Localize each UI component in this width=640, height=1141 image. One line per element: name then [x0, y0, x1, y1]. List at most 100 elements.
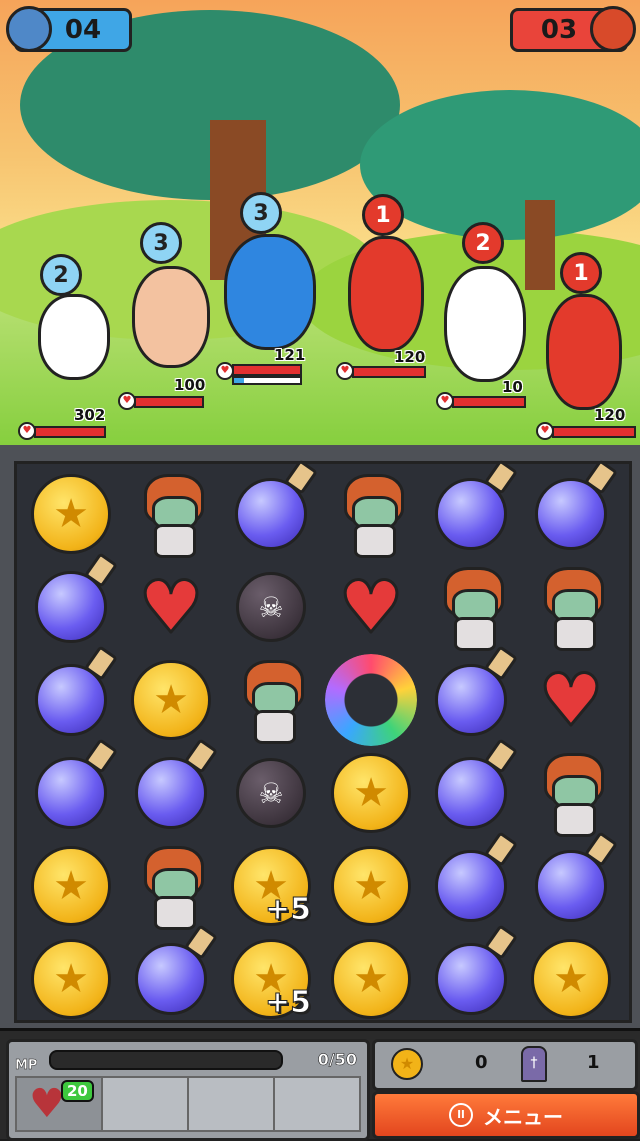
- coin-icon: ★: [331, 846, 411, 926]
- potion-icon: [135, 943, 207, 1015]
- spiky-zombie-body: [224, 234, 316, 350]
- coin-icon: ★: [331, 753, 411, 833]
- turn-bubble: 1: [560, 252, 602, 294]
- mp-panel: MP 0/50 ♥ 20: [6, 1039, 370, 1141]
- enemy-unit[interactable]: 1 120 ♥: [536, 250, 636, 440]
- zombie-tile[interactable]: [425, 561, 517, 653]
- coin-tile[interactable]: ★: [325, 933, 417, 1025]
- helmet-kid-body: [444, 266, 526, 382]
- enemy-avatar-icon: [590, 6, 636, 52]
- coin-icon: ★: [31, 939, 111, 1019]
- menu-button[interactable]: ll メニュー: [372, 1091, 640, 1139]
- heart-icon: ♥: [137, 565, 205, 649]
- hp-bar: [552, 426, 636, 438]
- tombstone-count: 1: [587, 1052, 600, 1073]
- potion-icon: [35, 757, 107, 829]
- potion-tile[interactable]: [525, 840, 617, 932]
- bomb-tile[interactable]: ☠: [225, 561, 317, 653]
- zombie-icon: [436, 567, 506, 651]
- player-unit[interactable]: 3 121 ♥: [216, 192, 316, 387]
- coin-tile[interactable]: ★: [325, 840, 417, 932]
- skill-slot[interactable]: [273, 1076, 361, 1132]
- potion-icon: [135, 757, 207, 829]
- tombstone-icon: †: [521, 1046, 547, 1082]
- zombie-icon: [236, 660, 306, 744]
- potion-tile[interactable]: [425, 468, 517, 560]
- coin-tile[interactable]: ★: [525, 933, 617, 1025]
- zombie-tile[interactable]: [525, 747, 617, 839]
- coin-tile[interactable]: ★: [125, 654, 217, 746]
- potion-tile[interactable]: [25, 747, 117, 839]
- coin-icon: ★: [531, 939, 611, 1019]
- heart-tile[interactable]: ♥: [525, 654, 617, 746]
- heart-tile[interactable]: ♥: [125, 561, 217, 653]
- coin-tile[interactable]: ★: [325, 747, 417, 839]
- potion-tile[interactable]: [225, 468, 317, 560]
- skill-slots: ♥ 20: [15, 1076, 361, 1132]
- hp-value: 120: [594, 406, 626, 424]
- zombie-icon: [336, 474, 406, 558]
- hp-value: 100: [174, 376, 206, 394]
- tile-grid: ★ ♥ ☠ ♥ ★ ♥ ☠ ★ ★ ★ ★ ★ ★ ★ ★ +5 +5: [14, 461, 632, 1023]
- turn-bubble: 2: [462, 222, 504, 264]
- coin-tile[interactable]: ★: [25, 840, 117, 932]
- wrestler-mask-body: [38, 294, 110, 380]
- bottom-hud: MP 0/50 ♥ 20 ★ 0 † 1 ll メニュー: [0, 1028, 640, 1141]
- hp-value: 121: [274, 346, 306, 364]
- zombie-tile[interactable]: [125, 840, 217, 932]
- turn-bubble: 3: [140, 222, 182, 264]
- enemy-unit[interactable]: 2 10 ♥: [436, 222, 536, 412]
- coin-icon: ★: [391, 1048, 423, 1080]
- potion-tile[interactable]: [425, 654, 517, 746]
- potion-icon: [435, 757, 507, 829]
- bonus-label: +5: [264, 892, 312, 928]
- player-unit[interactable]: 2 302 ♥: [18, 250, 128, 440]
- potion-icon: [435, 664, 507, 736]
- coin-tile[interactable]: ★: [25, 468, 117, 560]
- potion-icon: [435, 850, 507, 922]
- hp-value: 10: [502, 378, 523, 396]
- zombie-icon: [536, 567, 606, 651]
- zombie-icon: [136, 846, 206, 930]
- bomb-icon: ☠: [236, 758, 306, 828]
- potion-tile[interactable]: [425, 933, 517, 1025]
- heart-tile[interactable]: ♥: [325, 561, 417, 653]
- skill-slot[interactable]: [101, 1076, 189, 1132]
- player-unit[interactable]: 3 100 ♥: [118, 222, 218, 412]
- potion-icon: [435, 478, 507, 550]
- skill-slot[interactable]: [187, 1076, 275, 1132]
- refresh-icon: [325, 654, 417, 746]
- bomb-icon: ☠: [236, 572, 306, 642]
- potion-tile[interactable]: [425, 747, 517, 839]
- hp-bar: [352, 366, 426, 378]
- potion-tile[interactable]: [25, 654, 117, 746]
- hp-value: 302: [74, 406, 106, 424]
- potion-tile[interactable]: [125, 933, 217, 1025]
- zombie-tile[interactable]: [325, 468, 417, 560]
- potion-tile[interactable]: [25, 561, 117, 653]
- zombie-tile[interactable]: [525, 561, 617, 653]
- potion-icon: [235, 478, 307, 550]
- coin-tile[interactable]: ★: [25, 933, 117, 1025]
- cheerleader-body: [348, 236, 424, 352]
- heart-icon: ♥: [537, 658, 605, 742]
- potion-tile[interactable]: [525, 468, 617, 560]
- menu-label: メニュー: [483, 1104, 563, 1129]
- enemy-unit[interactable]: 1 120 ♥: [336, 192, 436, 380]
- zombie-tile[interactable]: [225, 654, 317, 746]
- beanie-zombie-body: [132, 266, 210, 368]
- hp-bar: [134, 396, 204, 408]
- potion-tile[interactable]: [125, 747, 217, 839]
- turn-bubble: 1: [362, 194, 404, 236]
- zombie-tile[interactable]: [125, 468, 217, 560]
- skill-bar: [232, 376, 302, 385]
- heart-icon: ♥: [337, 565, 405, 649]
- skill-slot-heart[interactable]: ♥ 20: [15, 1076, 103, 1132]
- bomb-tile[interactable]: ☠: [225, 747, 317, 839]
- potion-icon: [535, 850, 607, 922]
- refresh-tile[interactable]: [325, 654, 417, 746]
- resource-panel: ★ 0 † 1: [372, 1039, 638, 1091]
- turn-bubble: 3: [240, 192, 282, 234]
- potion-tile[interactable]: [425, 840, 517, 932]
- zombie-icon: [136, 474, 206, 558]
